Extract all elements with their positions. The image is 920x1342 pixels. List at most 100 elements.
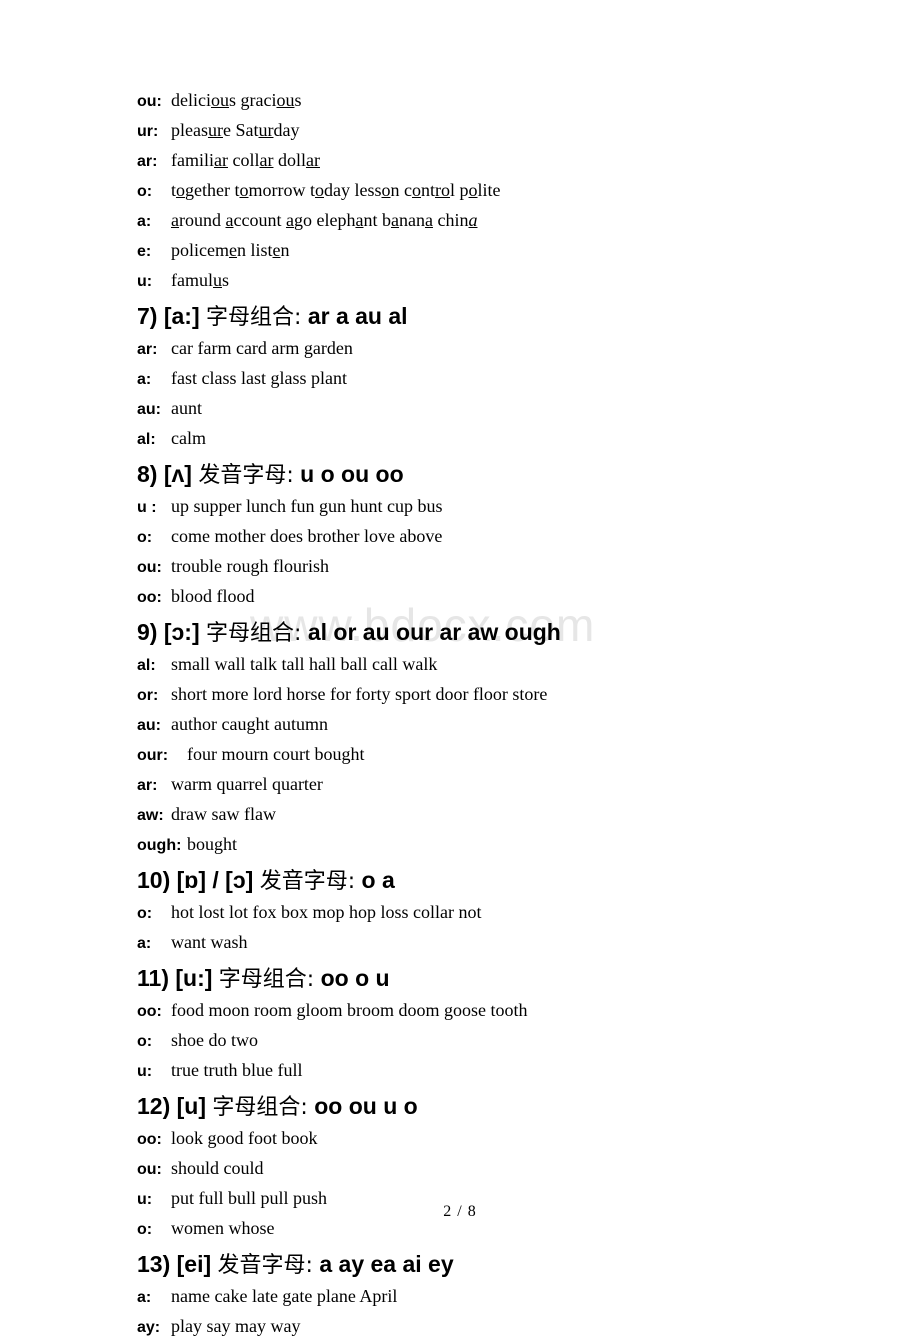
example-row: ar: warm quarrel quarter	[137, 770, 837, 800]
section-number: 9)	[137, 619, 164, 645]
section-letter-combos: oo o u	[314, 965, 390, 991]
section-heading: 9) [ɔ:] 字母组合: al or au our ar aw ough	[137, 617, 837, 649]
section-heading: 12) [u] 字母组合: oo ou u o	[137, 1091, 837, 1123]
section-number: 8)	[137, 461, 164, 487]
phonetic-section: 7) [a:] 字母组合: ar a au al ar: car farm card…	[137, 301, 837, 454]
row-words: play say may way	[171, 1316, 301, 1336]
row-label: a:	[137, 1289, 152, 1306]
section-phonetic: [ʌ]	[163, 461, 199, 487]
row-words: put full bull pull push	[171, 1188, 328, 1208]
row-label: oo:	[137, 1003, 162, 1020]
example-row: e: policemen listen	[137, 236, 837, 266]
example-row: a: fast class last glass plant	[137, 364, 837, 394]
row-label: ar:	[137, 341, 158, 358]
row-label: au:	[137, 401, 161, 418]
section-chinese-label: 字母组合:	[212, 1095, 308, 1120]
row-words: women whose	[171, 1218, 275, 1238]
example-row: o: women whose	[137, 1214, 837, 1244]
section-number: 11)	[137, 965, 176, 991]
example-row: au: author caught autumn	[137, 710, 837, 740]
row-words: come mother does brother love above	[171, 526, 443, 546]
example-row: ough: bought	[137, 830, 837, 860]
row-label: ay:	[137, 1319, 161, 1336]
row-words: four mourn court bought	[187, 744, 365, 764]
section-heading: 8) [ʌ] 发音字母: u o ou oo	[137, 459, 837, 491]
row-words: shoe do two	[171, 1030, 258, 1050]
phonetic-section: 12) [u] 字母组合: oo ou u o oo: look good foot…	[137, 1091, 837, 1244]
row-label: o:	[137, 905, 153, 922]
document-page: www.bdocx.com ou: delicious gracious ur: pl…	[0, 0, 920, 1336]
section-letter-combos: ar a au al	[301, 303, 408, 329]
row-words: true truth blue full	[171, 1060, 303, 1080]
row-label: o:	[137, 1033, 153, 1050]
example-row: o: shoe do two	[137, 1026, 837, 1056]
example-row: o: together tomorrow today lesson control…	[137, 176, 837, 206]
row-label: ur:	[137, 123, 159, 140]
example-row: o: come mother does brother love above	[137, 522, 837, 552]
section-number: 10)	[137, 867, 177, 893]
row-words: look good foot book	[171, 1128, 318, 1148]
example-row: oo: blood flood	[137, 582, 837, 612]
row-label: a:	[137, 935, 152, 952]
section-heading: 11) [u:] 字母组合: oo o u	[137, 963, 837, 995]
example-row: a: want wash	[137, 928, 837, 958]
section-chinese-label: 字母组合:	[206, 621, 302, 646]
row-label: oo:	[137, 1131, 162, 1148]
example-row: ou: trouble rough flourish	[137, 552, 837, 582]
row-words: blood flood	[171, 586, 255, 606]
row-words: author caught autumn	[171, 714, 328, 734]
example-row: ay: play say may way	[137, 1312, 837, 1342]
row-label: a:	[137, 213, 152, 230]
example-row: our: four mourn court bought	[137, 740, 837, 770]
row-label: a:	[137, 371, 152, 388]
example-row: or: short more lord horse for forty sport…	[137, 680, 837, 710]
row-label: o:	[137, 183, 153, 200]
phonetic-section: 10) [ɒ] / [ɔ] 发音字母: o a o: hot lost lot fo…	[137, 865, 837, 958]
section-letter-combos: u o ou oo	[293, 461, 404, 487]
section-chinese-label: 发音字母:	[217, 1253, 313, 1278]
row-label: u :	[137, 499, 157, 516]
row-label: ar:	[137, 777, 158, 794]
row-words: together tomorrow today lesson control p…	[171, 180, 501, 200]
row-words: policemen listen	[171, 240, 290, 260]
row-label: al:	[137, 657, 156, 674]
section-number: 12)	[137, 1093, 177, 1119]
section-chinese-label: 发音字母:	[259, 869, 356, 894]
row-words: hot lost lot fox box mop hop loss collar…	[171, 902, 482, 922]
phonetic-section: 8) [ʌ] 发音字母: u o ou oo u : up supper lunch…	[137, 459, 837, 612]
example-row: al: calm	[137, 424, 837, 454]
row-words: around account ago elephant banana china	[171, 210, 478, 230]
row-words: up supper lunch fun gun hunt cup bus	[171, 496, 443, 516]
phonetic-section: 9) [ɔ:] 字母组合: al or au our ar aw ough al:…	[137, 617, 837, 860]
row-label: or:	[137, 687, 159, 704]
row-label: oo:	[137, 589, 162, 606]
section-letter-combos: oo ou u o	[307, 1093, 418, 1119]
example-row: a: around account ago elephant banana chi…	[137, 206, 837, 236]
example-row: ur: pleasure Saturday	[137, 116, 837, 146]
section-phonetic: [a:]	[163, 303, 207, 329]
row-label: o:	[137, 529, 153, 546]
row-words: draw saw flaw	[171, 804, 276, 824]
example-row: u: famulus	[137, 266, 837, 296]
row-label: aw:	[137, 807, 164, 824]
row-label: ou:	[137, 1161, 162, 1178]
example-row: u : up supper lunch fun gun hunt cup bus	[137, 492, 837, 522]
row-words: food moon room gloom broom doom goose to…	[171, 1000, 528, 1020]
row-label: o:	[137, 1221, 153, 1238]
example-row: au: aunt	[137, 394, 837, 424]
section-chinese-label: 字母组合:	[218, 967, 315, 992]
row-words: trouble rough flourish	[171, 556, 329, 576]
section-letter-combos: o a	[355, 867, 395, 893]
section-heading: 10) [ɒ] / [ɔ] 发音字母: o a	[137, 865, 837, 897]
intro-rows-block: ou: delicious gracious ur: pleasure Saturda…	[137, 86, 837, 296]
example-row: a: name cake late gate plane April	[137, 1282, 837, 1312]
example-row: ar: familiar collar dollar	[137, 146, 837, 176]
row-label: ou:	[137, 93, 162, 110]
row-label: ar:	[137, 153, 158, 170]
section-phonetic: [u]	[176, 1093, 213, 1119]
example-row: ou: should could	[137, 1154, 837, 1184]
row-words: should could	[171, 1158, 264, 1178]
section-chinese-label: 发音字母:	[198, 463, 294, 488]
row-label: our:	[137, 747, 169, 764]
row-words: short more lord horse for forty sport do…	[171, 684, 548, 704]
